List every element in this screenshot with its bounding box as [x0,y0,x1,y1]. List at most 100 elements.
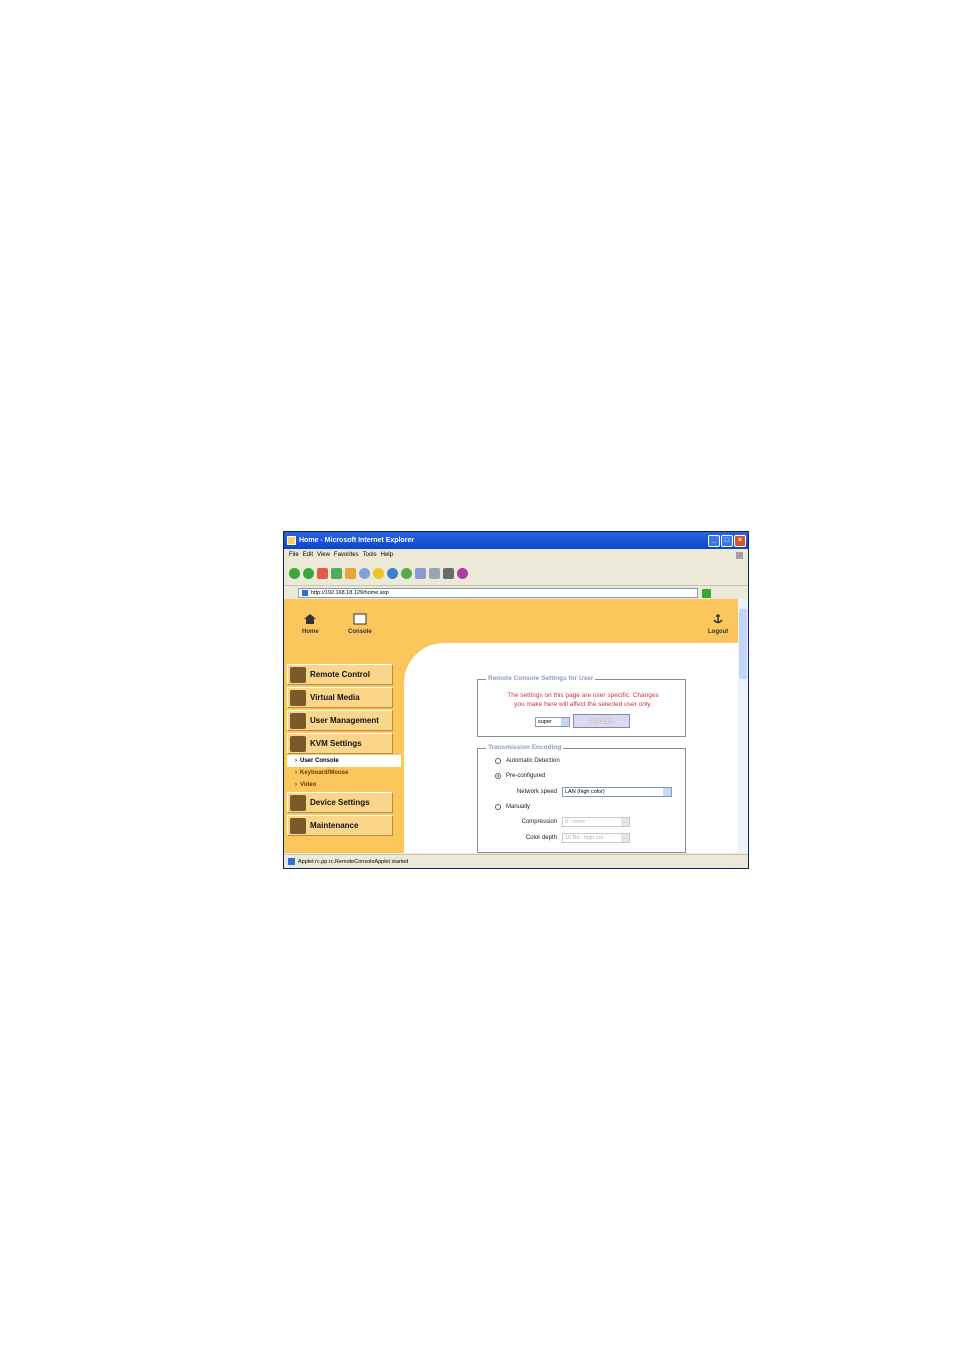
compression-value: 0 - none [565,819,586,825]
users-icon [290,712,306,729]
chevron-down-icon [663,788,671,796]
maximize-button[interactable]: □ [721,534,733,547]
device-icon [290,794,306,811]
back-icon[interactable] [289,567,300,579]
user-specific-notice: The settings on this page are user speci… [483,691,683,709]
toolbar [284,561,748,586]
home-icon[interactable] [345,567,356,579]
network-speed-select[interactable]: LAN (high color) [562,787,672,797]
menu-file[interactable]: File [289,552,299,558]
status-bar: Applet rc.pp.rc.RemoteConsoleApplet star… [284,854,748,868]
radio-label: Manually [506,804,531,810]
stop-icon[interactable] [317,567,328,579]
radio-button[interactable] [495,773,501,779]
address-bar: http://192.168.18.129/home.asp [284,586,748,600]
sidebar-item-label: Device Settings [310,798,370,807]
browser-window: Home - Microsoft Internet Explorer _ □ ×… [283,531,749,869]
radio-button[interactable] [495,804,501,810]
edit-icon[interactable] [443,567,454,579]
forward-icon[interactable] [303,567,314,579]
color-depth-select[interactable]: 16 Bit - high col [562,833,630,843]
subnav-label: User Console [300,758,339,764]
kvm-subnav: › User Console › Keyboard/Mouse › Video [287,755,401,791]
subnav-video[interactable]: › Video [287,779,401,791]
chevron-down-icon [621,818,629,826]
window-title: Home - Microsoft Internet Explorer [299,537,415,544]
radio-label: Pre-configured [506,773,546,779]
subnav-user-console[interactable]: › User Console [287,755,401,767]
favorites-icon[interactable] [373,567,384,579]
remote-console-legend: Remote Console Settings for User [486,675,596,682]
kvm-icon [290,735,306,752]
scrollbar-thumb[interactable] [739,609,747,679]
remote-control-icon [290,666,306,683]
subnav-keyboard-mouse[interactable]: › Keyboard/Mouse [287,767,401,779]
address-url: http://192.168.18.129/home.asp [311,590,389,596]
sidebar-item-label: Maintenance [310,821,359,830]
menu-help[interactable]: Help [381,552,393,558]
messenger-icon[interactable] [457,567,468,579]
address-input[interactable]: http://192.168.18.129/home.asp [298,588,698,598]
go-button[interactable] [702,588,711,598]
sidebar-item-user-management[interactable]: User Management [287,710,393,731]
home-icon [304,614,317,624]
sidebar-item-virtual-media[interactable]: Virtual Media [287,687,393,708]
network-speed-label: Network speed [516,789,557,795]
update-button[interactable]: Update [573,714,630,728]
notice-line-1: The settings on this page are user speci… [507,692,659,699]
notice-line-2: you make here will affect the selected u… [514,701,652,708]
media-icon[interactable] [387,567,398,579]
console-icon [353,613,367,625]
mail-icon[interactable] [415,567,426,579]
menu-tools[interactable]: Tools [363,552,377,558]
content-area: Remote Console Settings for User The set… [404,643,744,853]
print-icon[interactable] [429,567,440,579]
radio-label: Automatic Detection [506,758,560,764]
title-bar: Home - Microsoft Internet Explorer _ □ × [284,532,748,549]
status-text: Applet rc.pp.rc.RemoteConsoleApplet star… [298,858,409,865]
user-select[interactable]: super [535,717,570,727]
anchor-icon [713,614,723,624]
nav-console[interactable]: Console [348,613,372,635]
subnav-label: Keyboard/Mouse [300,770,349,776]
nav-logout-label: Logout [708,629,729,635]
close-button[interactable]: × [734,534,746,547]
transmission-fieldset: Transmission Encoding Automatic Detectio… [477,744,686,853]
sidebar-item-label: Remote Control [310,670,370,679]
radio-manually[interactable]: Manually [495,804,530,810]
compression-select[interactable]: 0 - none [562,817,630,827]
nav-logout[interactable]: Logout [708,613,728,635]
chevron-down-icon [621,834,629,842]
tools-icon [290,817,306,834]
sidebar-item-remote-control[interactable]: Remote Control [287,664,393,685]
color-depth-label: Color depth [525,835,557,841]
search-icon[interactable] [359,567,370,579]
chevron-down-icon [561,718,569,726]
menu-favorites[interactable]: Favorites [334,552,359,558]
network-speed-value: LAN (high color) [565,789,605,795]
radio-automatic[interactable]: Automatic Detection [495,758,560,764]
nav-home[interactable]: Home [302,613,319,635]
history-icon[interactable] [401,567,412,579]
menu-view[interactable]: View [317,552,330,558]
refresh-icon[interactable] [331,567,342,579]
vertical-scrollbar[interactable] [738,599,748,853]
sidebar-item-maintenance[interactable]: Maintenance [287,815,393,836]
sidebar-item-device-settings[interactable]: Device Settings [287,792,393,813]
minimize-button[interactable]: _ [708,534,720,547]
menu-edit[interactable]: Edit [303,552,313,558]
transmission-legend: Transmission Encoding [486,744,564,751]
nav-console-label: Console [348,629,372,635]
web-page: Home Console Logout Remote Control Virtu… [284,599,748,853]
radio-button[interactable] [495,758,501,764]
subnav-label: Video [300,782,317,788]
virtual-media-icon [290,689,306,706]
sidebar-item-label: Virtual Media [310,693,360,702]
compression-label: Compression [521,819,557,825]
sidebar-item-label: User Management [310,716,379,725]
ie-icon [287,536,296,545]
sidebar-item-kvm-settings[interactable]: KVM Settings [287,733,393,754]
color-depth-value: 16 Bit - high col [565,835,603,841]
nav-home-label: Home [302,629,319,635]
radio-preconfigured[interactable]: Pre-configured [495,773,545,779]
